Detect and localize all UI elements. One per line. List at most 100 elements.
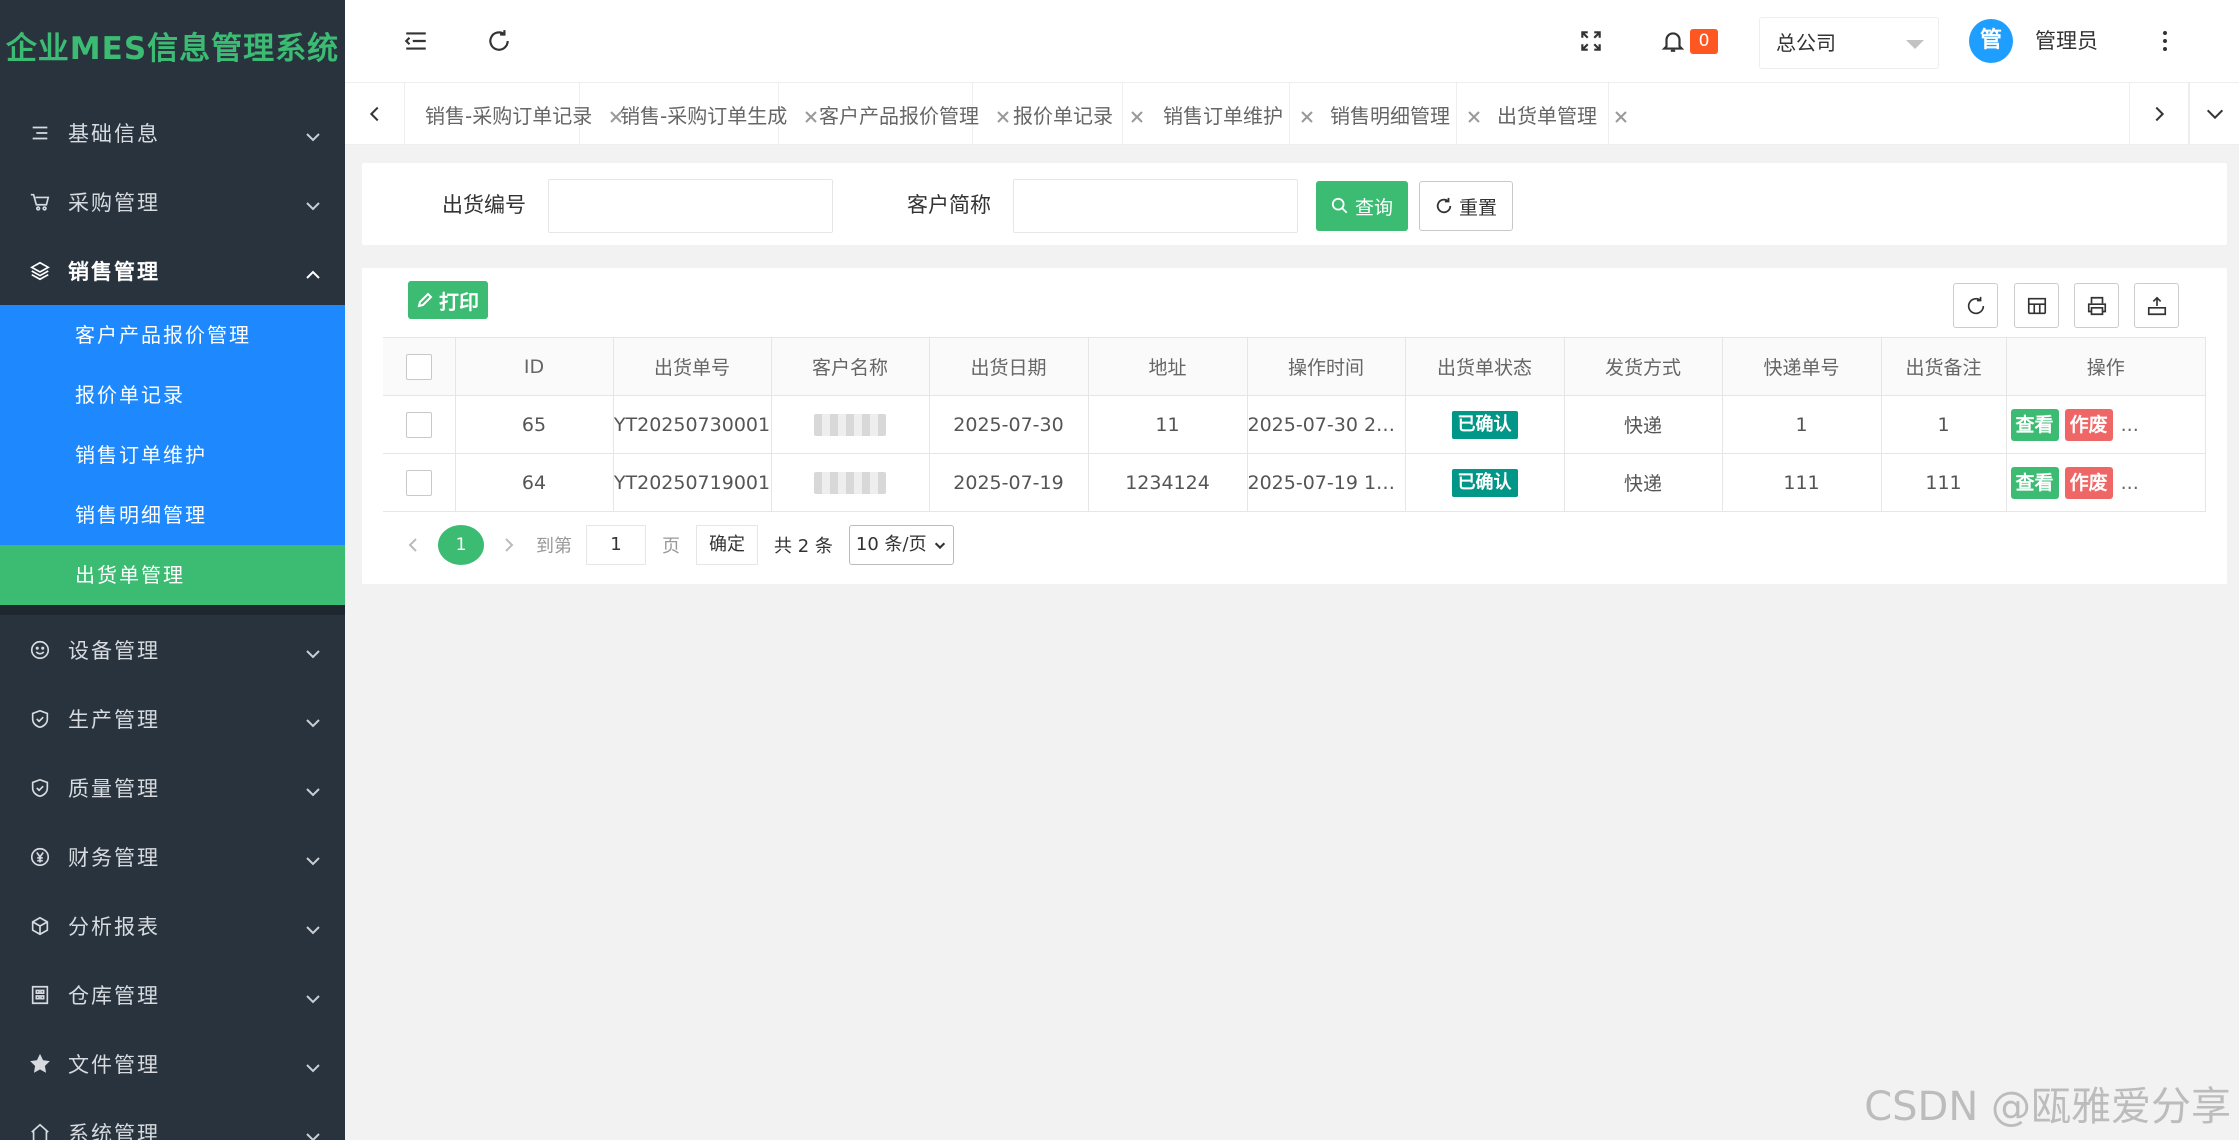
tabs-dropdown-icon[interactable] (2189, 83, 2239, 145)
tab-label: 销售订单维护 (1163, 103, 1283, 128)
cell-shipment-date: 2025-07-30 (928, 395, 1089, 454)
sidebar-subitem-quote-records[interactable]: 报价单记录 (0, 365, 345, 425)
column-header[interactable]: 发货方式 (1563, 337, 1723, 396)
sidebar-item-basic-info[interactable]: 基础信息 (0, 98, 345, 167)
search-icon (1331, 197, 1348, 214)
tab-sales-order[interactable]: 销售订单维护 (1123, 83, 1313, 145)
sidebar-item-system[interactable]: 系统管理 (0, 1098, 345, 1140)
view-button[interactable]: 查看 (2010, 466, 2059, 499)
company-select[interactable]: 总公司 (1759, 17, 1939, 69)
tabs-scroll-right-icon[interactable] (2129, 83, 2189, 145)
sidebar-item-warehouse[interactable]: 仓库管理 (0, 960, 345, 1029)
tab-customer-quote-mgmt[interactable]: 客户产品报价管理 (779, 83, 1009, 145)
column-header[interactable]: 客户名称 (770, 337, 930, 396)
tab-sales-detail[interactable]: 销售明细管理 (1290, 83, 1480, 145)
print-button-label: 打印 (439, 289, 479, 314)
query-button[interactable]: 查询 (1316, 181, 1408, 231)
column-header[interactable]: 出货单状态 (1404, 337, 1565, 396)
sidebar-subitem-quote-mgmt[interactable]: 客户产品报价管理 (0, 305, 345, 365)
void-button[interactable]: 作废 (2064, 408, 2113, 441)
chevron-up-icon (305, 264, 320, 279)
tabs-scroll-left-icon[interactable] (345, 83, 405, 145)
goto-confirm-button[interactable]: 确定 (696, 525, 758, 565)
chevron-down-icon (305, 988, 320, 1004)
sidebar-item-reports[interactable]: 分析报表 (0, 891, 345, 960)
select-all-checkbox[interactable] (405, 353, 432, 380)
table-row[interactable]: 64 YT20250719001 2025-07-19 1234124 2025… (383, 453, 2206, 512)
menu-collapse-icon[interactable] (400, 25, 432, 57)
table-refresh-icon[interactable] (1953, 283, 1998, 328)
column-header[interactable]: 出货备注 (1880, 337, 2007, 396)
column-header[interactable]: 地址 (1087, 337, 1248, 396)
chevron-down-icon (305, 195, 320, 211)
sidebar-item-label: 采购管理 (68, 190, 160, 215)
sidebar-item-label: 销售管理 (68, 259, 160, 284)
chevron-down-icon (305, 712, 320, 728)
top-header: 0 总公司 管 管理员 (345, 0, 2239, 82)
shipment-no-input[interactable] (548, 179, 833, 233)
redacted-customer-name (814, 413, 886, 436)
cell-id: 65 (454, 395, 614, 454)
close-icon[interactable] (1613, 106, 1629, 123)
cell-actions: 查看 作废 ... (2005, 453, 2206, 512)
layers-icon (28, 259, 52, 283)
sidebar-item-files[interactable]: 文件管理 (0, 1029, 345, 1098)
goto-page-input[interactable]: 1 (586, 525, 646, 565)
shipment-table: ID 出货单号 客户名称 出货日期 地址 操作时间 出货单状态 发货方式 快递单… (383, 337, 2206, 512)
refresh-icon[interactable] (483, 25, 515, 57)
pagination: 1 到第 1 页 确定 共 2 条 10 条/页 (398, 524, 954, 566)
row-checkbox[interactable] (405, 411, 432, 438)
sidebar-item-finance[interactable]: 财务管理 (0, 822, 345, 891)
sidebar-item-sales[interactable]: 销售管理 (0, 236, 345, 305)
username[interactable]: 管理员 (2035, 25, 2098, 57)
column-header[interactable]: ID (454, 337, 614, 396)
sidebar-item-quality[interactable]: 质量管理 (0, 753, 345, 822)
export-icon[interactable] (2134, 283, 2179, 328)
tab-label: 销售-采购订单记录 (425, 103, 593, 128)
company-select-value: 总公司 (1776, 31, 1836, 55)
query-button-label: 查询 (1354, 196, 1393, 219)
print-button[interactable]: 打印 (408, 281, 488, 319)
sidebar-item-label: 系统管理 (68, 1121, 160, 1140)
cell-customer-name (770, 395, 930, 454)
column-header[interactable]: 出货日期 (928, 337, 1089, 396)
cell-ship-method: 快递 (1563, 395, 1723, 454)
fullscreen-icon[interactable] (1575, 25, 1607, 57)
column-header[interactable]: 操作时间 (1246, 337, 1406, 396)
void-button[interactable]: 作废 (2064, 466, 2113, 499)
column-header[interactable]: 出货单号 (612, 337, 772, 396)
refresh-icon (1436, 197, 1452, 214)
table-row[interactable]: 65 YT20250730001 2025-07-30 11 2025-07-3… (383, 395, 2206, 454)
row-checkbox[interactable] (405, 469, 432, 496)
sidebar-subitem-shipment[interactable]: 出货单管理 (0, 545, 345, 605)
more-actions[interactable]: ... (2119, 412, 2141, 438)
sidebar-subitem-sales-detail[interactable]: 销售明细管理 (0, 485, 345, 545)
avatar[interactable]: 管 (1969, 19, 2013, 63)
sidebar-item-equipment[interactable]: 设备管理 (0, 615, 345, 684)
sidebar-item-purchase[interactable]: 采购管理 (0, 167, 345, 236)
next-page-icon[interactable] (494, 537, 524, 553)
tab-label: 报价单记录 (1013, 103, 1113, 128)
prev-page-icon[interactable] (398, 537, 428, 553)
tab-shipment-mgmt[interactable]: 出货单管理 (1457, 83, 1627, 145)
more-vertical-icon[interactable] (2155, 25, 2175, 57)
sidebar-item-production[interactable]: 生产管理 (0, 684, 345, 753)
sidebar-subitem-sales-order[interactable]: 销售订单维护 (0, 425, 345, 485)
print-icon[interactable] (2074, 283, 2119, 328)
caret-down-icon (1906, 40, 1924, 49)
edit-icon (417, 292, 433, 308)
column-header[interactable]: 快递单号 (1721, 337, 1882, 396)
column-filter-icon[interactable] (2014, 283, 2059, 328)
view-button[interactable]: 查看 (2010, 408, 2059, 441)
customer-abbr-input[interactable] (1013, 179, 1298, 233)
tab-quote-records[interactable]: 报价单记录 (973, 83, 1143, 145)
bell-icon[interactable] (1657, 25, 1689, 57)
page-number-current[interactable]: 1 (438, 525, 484, 565)
page-size-select[interactable]: 10 条/页 (848, 525, 954, 565)
total-count: 共 2 条 (774, 536, 833, 557)
more-actions[interactable]: ... (2119, 470, 2141, 496)
reset-button[interactable]: 重置 (1419, 181, 1513, 231)
tab-purchase-order-records[interactable]: 销售-采购订单记录 (405, 83, 622, 145)
cube-icon (28, 914, 52, 938)
tab-purchase-order-generate[interactable]: 销售-采购订单生成 (580, 83, 817, 145)
